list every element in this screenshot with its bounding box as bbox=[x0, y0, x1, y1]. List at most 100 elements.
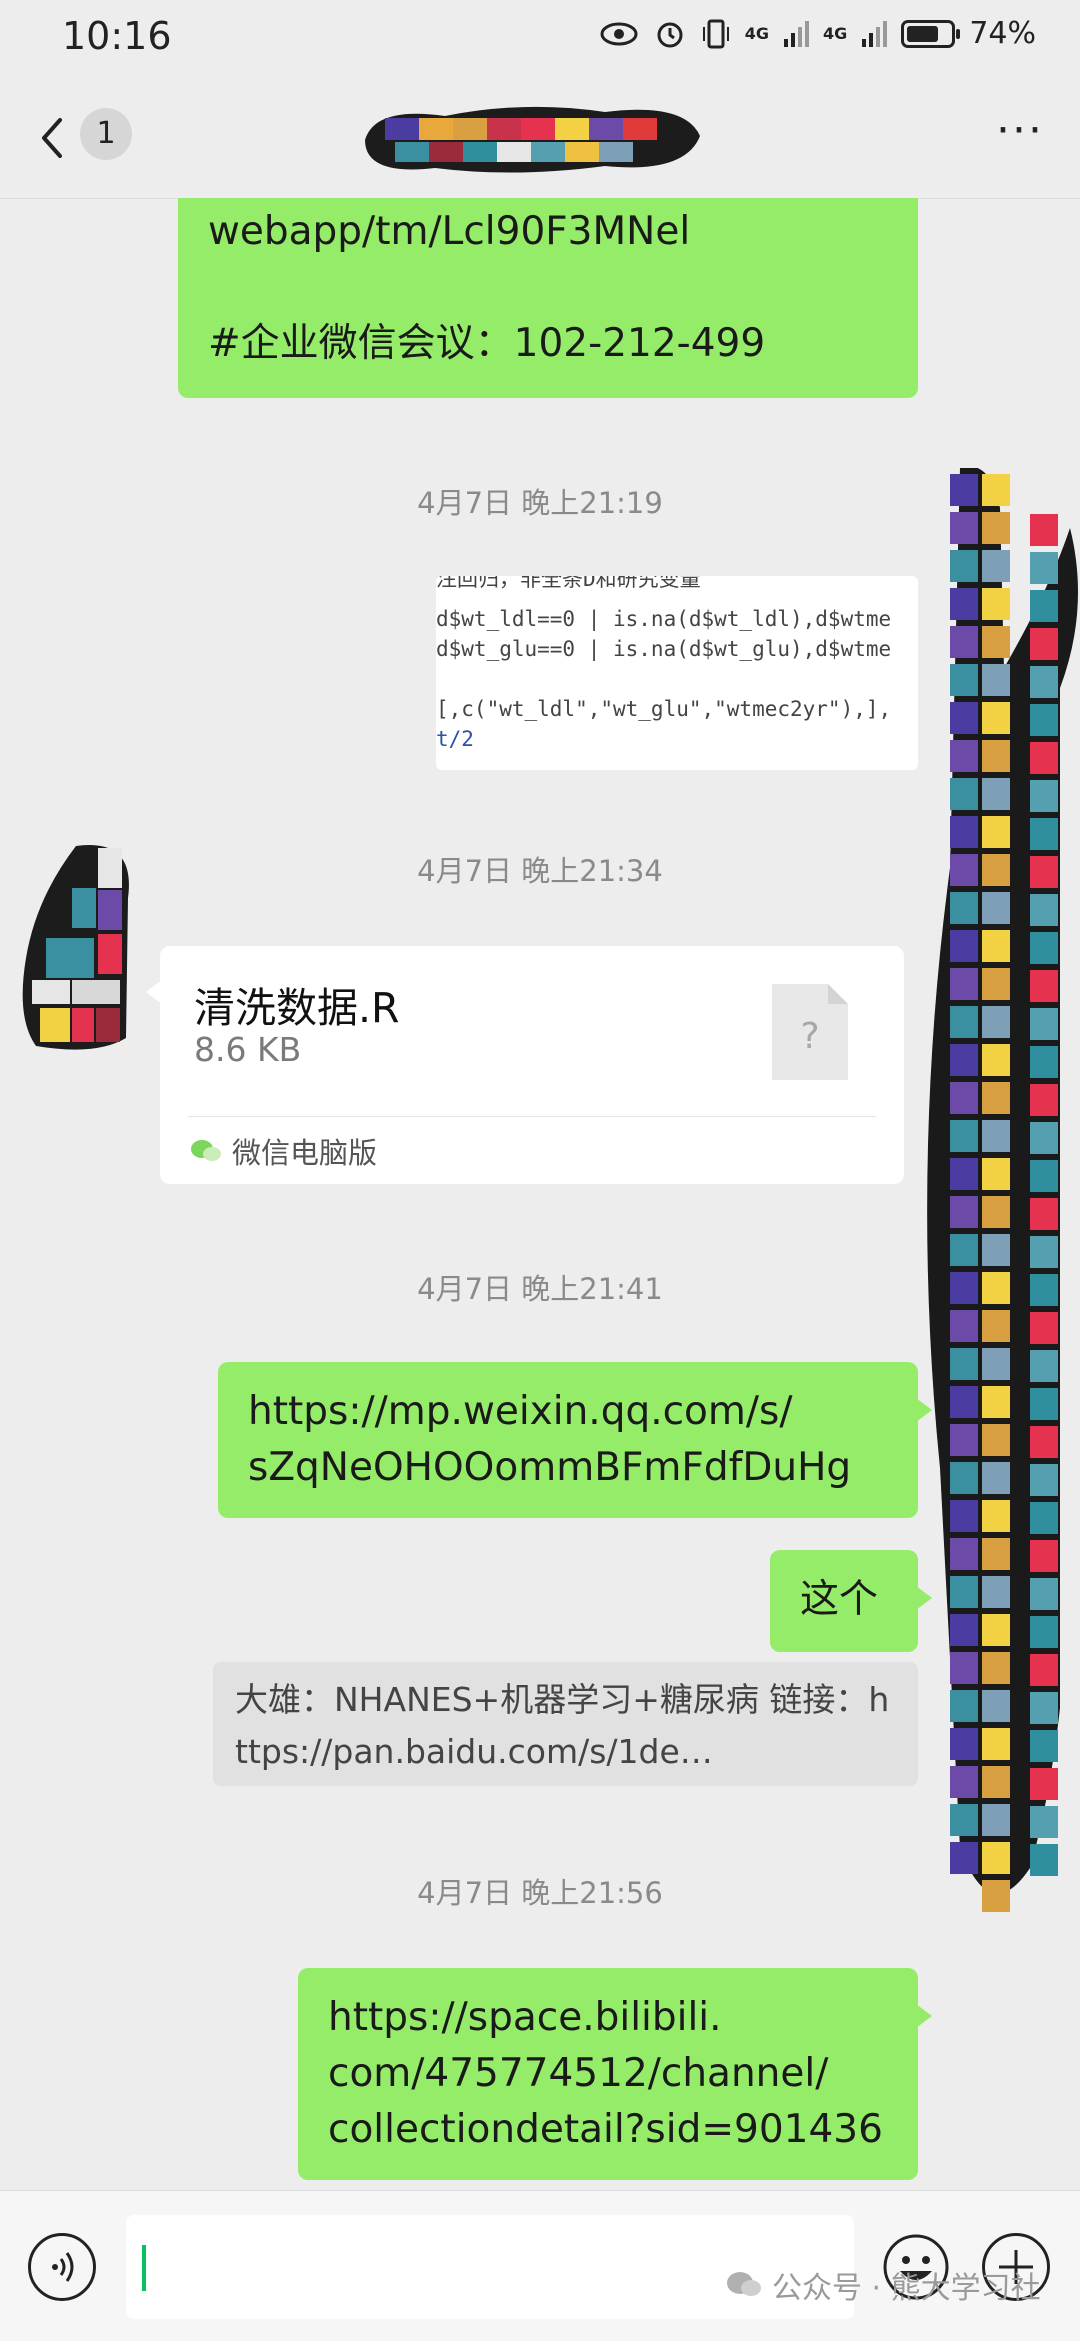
divider bbox=[188, 1116, 876, 1117]
message-text[interactable]: 这个 bbox=[770, 1550, 932, 1652]
censor-tile bbox=[982, 474, 1010, 506]
censor-tile bbox=[950, 1728, 978, 1760]
censor-tile bbox=[950, 930, 978, 962]
battery-icon bbox=[901, 19, 961, 48]
message-link-weixin[interactable]: https://mp.weixin.qq.com/s/ sZqNeOHOOomm… bbox=[218, 1362, 932, 1518]
censor-tile bbox=[950, 588, 978, 620]
censor-tile bbox=[982, 1196, 1010, 1228]
link-text-line: https://mp.weixin.qq.com/s/ bbox=[248, 1389, 793, 1434]
message-link-bilibili[interactable]: https://space.bilibili. com/475774512/ch… bbox=[298, 1968, 932, 2180]
censor-tile bbox=[982, 512, 1010, 544]
censor-tile bbox=[982, 1500, 1010, 1532]
censor-tile bbox=[950, 1120, 978, 1152]
censor-tile bbox=[1030, 1616, 1058, 1648]
censor-tile bbox=[950, 1766, 978, 1798]
svg-text:?: ? bbox=[800, 1016, 819, 1057]
censor-tile bbox=[950, 1652, 978, 1684]
censor-tile bbox=[1030, 856, 1058, 888]
status-time: 10:16 bbox=[62, 14, 172, 58]
censor-tile bbox=[1030, 1008, 1058, 1040]
censor-tile bbox=[1030, 1312, 1058, 1344]
censor-tile bbox=[1030, 514, 1058, 546]
message-meeting-link[interactable]: webapp/tm/Lcl90F3MNel #企业微信会议：102-212-49… bbox=[178, 198, 918, 398]
censor-tile bbox=[982, 588, 1010, 620]
vibrate-icon bbox=[702, 19, 729, 48]
text-caret bbox=[142, 2245, 146, 2291]
status-bar: 10:16 4G 4G 74% bbox=[0, 0, 1080, 78]
censor-tile bbox=[1030, 1844, 1058, 1876]
censor-tile bbox=[1030, 780, 1058, 812]
link-text-line: sZqNeOHOOommBFmFdfDuHg bbox=[248, 1445, 852, 1490]
censor-tile bbox=[950, 1424, 978, 1456]
message-text-line: webapp/tm/Lcl90F3MNel bbox=[208, 209, 691, 254]
watermark: 公众号 · 熊大学习社 bbox=[726, 2263, 1041, 2307]
censor-tile bbox=[1030, 1236, 1058, 1268]
censor-tile bbox=[950, 664, 978, 696]
censor-tile bbox=[982, 1006, 1010, 1038]
censor-tile bbox=[950, 1234, 978, 1266]
censor-tile bbox=[950, 1272, 978, 1304]
code-line: d$wt_glu==0 | is.na(d$wt_glu),d$wtme bbox=[436, 637, 892, 661]
censor-tile bbox=[950, 1500, 978, 1532]
censor-tile bbox=[982, 854, 1010, 886]
censor-tile bbox=[950, 1690, 978, 1722]
network-type-2: 4G bbox=[823, 24, 848, 43]
voice-icon[interactable] bbox=[28, 2233, 96, 2301]
file-name: 清洗数据.R bbox=[194, 984, 400, 1032]
code-line: t/2 bbox=[436, 727, 474, 751]
censor-tile bbox=[950, 474, 978, 506]
file-message-card[interactable]: 清洗数据.R 8.6 KB ? 微信电脑版 bbox=[146, 946, 904, 1184]
network-type-1: 4G bbox=[744, 24, 770, 43]
signal-icon-2 bbox=[862, 20, 888, 47]
censor-tile bbox=[1030, 932, 1058, 964]
censor-tile bbox=[982, 1386, 1010, 1418]
censor-tile bbox=[1030, 1388, 1058, 1420]
censor-tile bbox=[982, 816, 1010, 848]
censor-tile bbox=[1030, 1046, 1058, 1078]
censor-tile bbox=[982, 892, 1010, 924]
censor-tile bbox=[1030, 742, 1058, 774]
censor-tile bbox=[950, 1158, 978, 1190]
signal-icon bbox=[784, 20, 810, 47]
chat-area: webapp/tm/Lcl90F3MNel #企业微信会议：102-212-49… bbox=[0, 198, 1080, 2190]
censor-tile bbox=[950, 778, 978, 810]
timestamp: 4月7日 晚上21:19 bbox=[417, 486, 663, 520]
censor-tile bbox=[950, 1842, 978, 1874]
censor-tile bbox=[1030, 1122, 1058, 1154]
censor-tile bbox=[1030, 1084, 1058, 1116]
censor-tile bbox=[950, 1348, 978, 1380]
code-screenshot-image[interactable]: 注回归，非全条D和研究变量 d$wt_ldl==0 | is.na(d$wt_l… bbox=[436, 576, 918, 770]
censor-tile bbox=[982, 1044, 1010, 1076]
censor-tile bbox=[950, 550, 978, 582]
censor-tile bbox=[982, 740, 1010, 772]
watermark-text: 公众号 · 熊大学习社 bbox=[772, 2271, 1041, 2306]
censor-tile bbox=[950, 702, 978, 734]
contact-avatar-redacted[interactable] bbox=[16, 838, 136, 1058]
unread-count-badge[interactable]: 1 bbox=[80, 108, 132, 160]
censor-tile bbox=[1030, 704, 1058, 736]
file-source: 微信电脑版 bbox=[190, 1126, 377, 1176]
censor-tile bbox=[1030, 1578, 1058, 1610]
link-text-line: com/475774512/channel/ bbox=[328, 2051, 829, 2096]
wechat-icon bbox=[191, 1140, 221, 1161]
censor-tile bbox=[1030, 1464, 1058, 1496]
chevron-left-icon[interactable] bbox=[32, 108, 72, 168]
censor-tile bbox=[982, 930, 1010, 962]
censor-tile bbox=[982, 1614, 1010, 1646]
censor-tile bbox=[1030, 894, 1058, 926]
more-icon[interactable]: ··· bbox=[990, 109, 1050, 156]
timestamp: 4月7日 晚上21:41 bbox=[417, 1272, 663, 1306]
message-text-content: 这个 bbox=[800, 1577, 879, 1622]
censor-tile bbox=[982, 664, 1010, 696]
unknown-file-icon: ? bbox=[772, 984, 848, 1080]
censor-tile bbox=[1030, 1730, 1058, 1762]
censor-tile bbox=[950, 1576, 978, 1608]
chat-header: 1 ··· bbox=[0, 78, 1080, 199]
censor-tile bbox=[982, 1082, 1010, 1114]
quoted-message[interactable]: 大雄：NHANES+机器学习+糖尿病 链接：https://pan.baidu.… bbox=[213, 1662, 918, 1786]
censor-tile bbox=[982, 1462, 1010, 1494]
input-bar: 公众号 · 熊大学习社 bbox=[0, 2190, 1080, 2341]
censor-tile bbox=[982, 1766, 1010, 1798]
censor-tile bbox=[982, 1576, 1010, 1608]
file-size: 8.6 KB bbox=[194, 1030, 302, 1069]
